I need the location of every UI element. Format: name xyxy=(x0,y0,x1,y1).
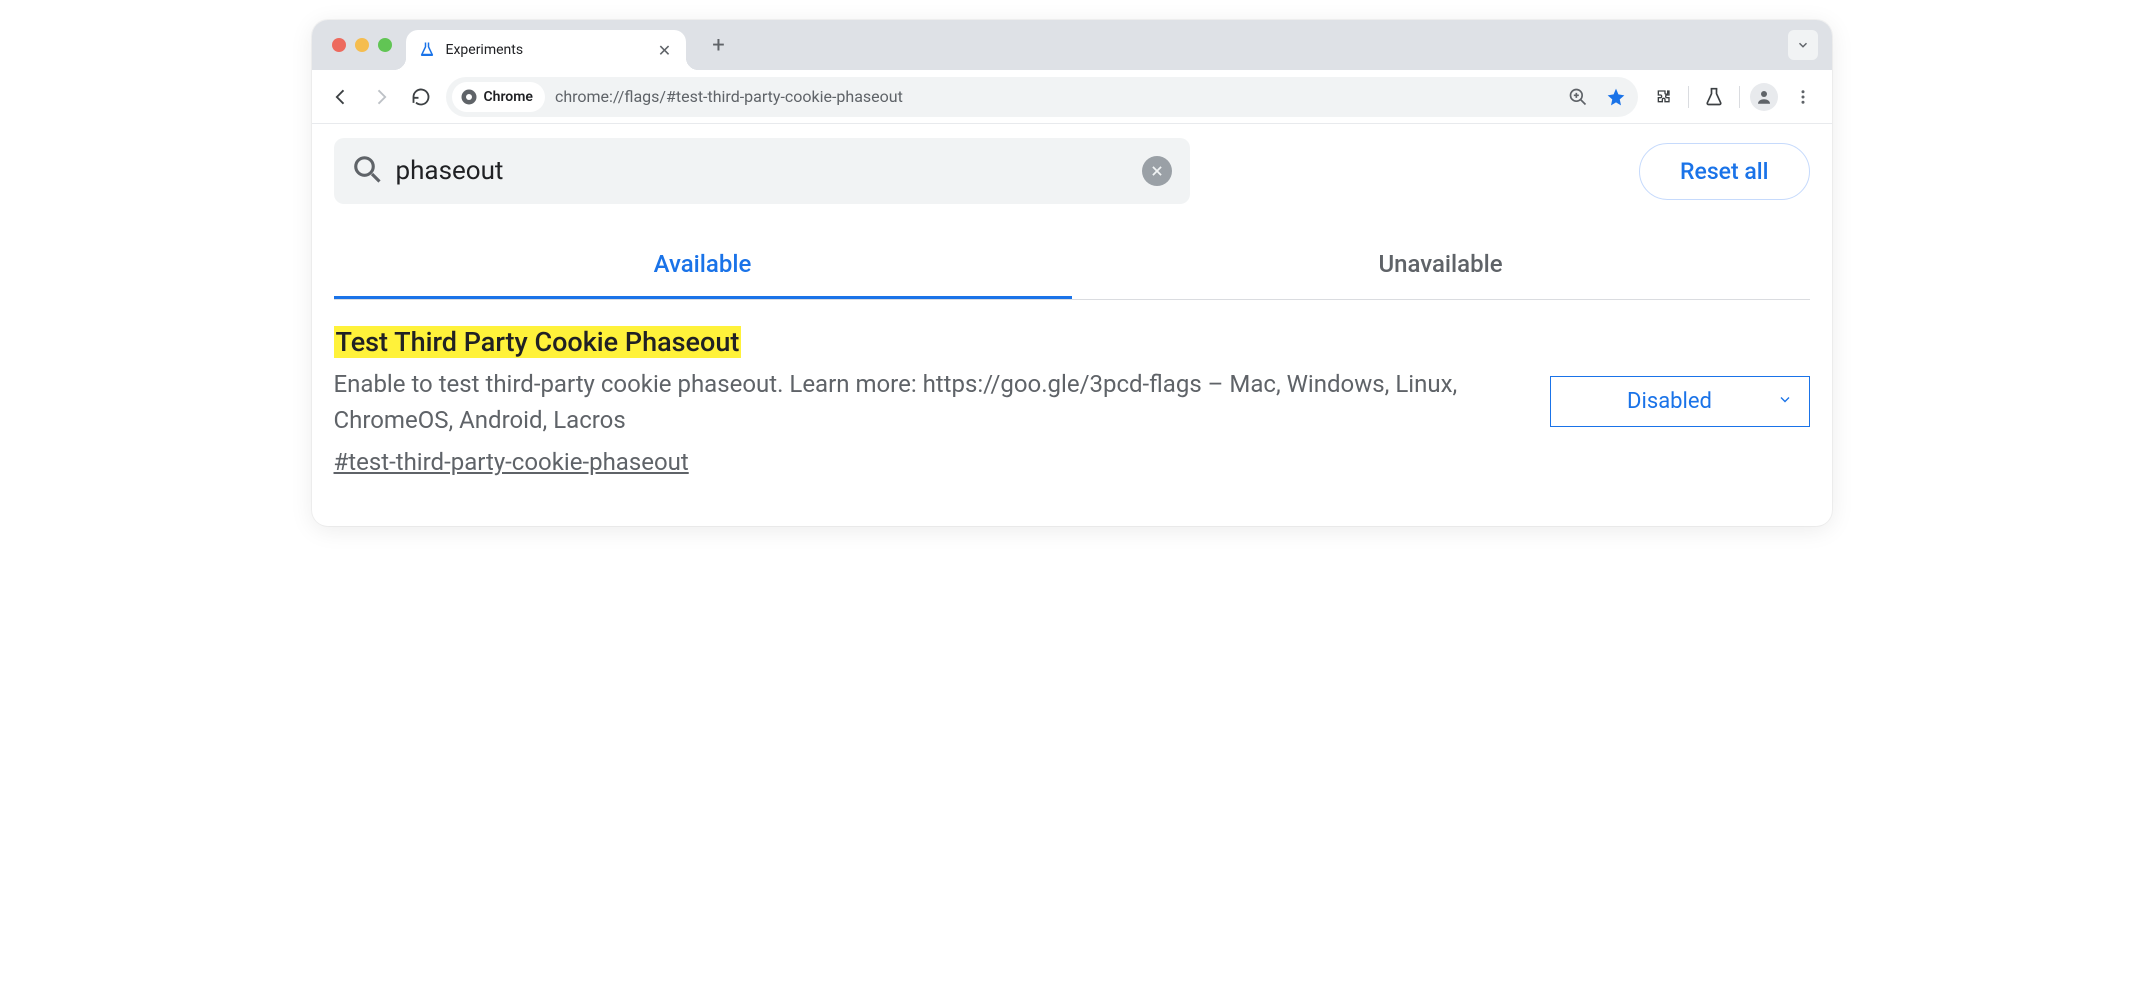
page-content: Reset all Available Unavailable Test Thi… xyxy=(312,124,1832,526)
divider xyxy=(1739,86,1740,108)
reload-button[interactable] xyxy=(406,82,436,112)
search-row: Reset all xyxy=(334,138,1810,204)
close-tab-button[interactable]: ✕ xyxy=(656,41,674,59)
search-input[interactable] xyxy=(396,156,1128,186)
search-box[interactable] xyxy=(334,138,1190,204)
flask-icon xyxy=(418,41,436,59)
flag-description: Enable to test third-party cookie phaseo… xyxy=(334,366,1520,438)
tab-unavailable[interactable]: Unavailable xyxy=(1072,232,1810,299)
toolbar: Chrome chrome://flags/#test-third-party-… xyxy=(312,70,1832,124)
chrome-chip-label: Chrome xyxy=(484,89,533,105)
tab-bar: Experiments ✕ + xyxy=(312,20,1832,70)
chevron-down-icon xyxy=(1777,389,1793,414)
tab-overflow-button[interactable] xyxy=(1788,30,1818,60)
dropdown-value: Disabled xyxy=(1627,389,1712,414)
flag-hash-link[interactable]: #test-third-party-cookie-phaseout xyxy=(334,448,689,476)
bookmark-star-icon[interactable] xyxy=(1602,83,1630,111)
browser-tab[interactable]: Experiments ✕ xyxy=(406,30,686,70)
address-bar[interactable]: Chrome chrome://flags/#test-third-party-… xyxy=(446,77,1638,117)
browser-window: Experiments ✕ + Chrome chrome://flags/#t… xyxy=(312,20,1832,526)
flag-result: Test Third Party Cookie Phaseout Enable … xyxy=(334,300,1810,486)
tab-available[interactable]: Available xyxy=(334,232,1072,299)
maximize-window-button[interactable] xyxy=(378,38,392,52)
window-controls xyxy=(320,38,406,52)
extensions-icon[interactable] xyxy=(1648,82,1678,112)
profile-avatar[interactable] xyxy=(1750,83,1778,111)
labs-flask-icon[interactable] xyxy=(1699,82,1729,112)
zoom-icon[interactable] xyxy=(1564,83,1592,111)
menu-dots-icon[interactable] xyxy=(1788,82,1818,112)
clear-search-button[interactable] xyxy=(1142,156,1172,186)
tabs-row: Available Unavailable xyxy=(334,232,1810,300)
flag-text: Test Third Party Cookie Phaseout Enable … xyxy=(334,326,1520,476)
close-window-button[interactable] xyxy=(332,38,346,52)
flag-title: Test Third Party Cookie Phaseout xyxy=(334,326,742,358)
chrome-chip[interactable]: Chrome xyxy=(452,82,545,112)
tab-title: Experiments xyxy=(446,42,646,58)
reset-all-button[interactable]: Reset all xyxy=(1639,143,1809,200)
back-button[interactable] xyxy=(326,82,356,112)
new-tab-button[interactable]: + xyxy=(704,30,734,60)
divider xyxy=(1688,86,1689,108)
forward-button[interactable] xyxy=(366,82,396,112)
search-icon xyxy=(352,154,382,188)
url-text: chrome://flags/#test-third-party-cookie-… xyxy=(555,87,1554,106)
flag-state-dropdown[interactable]: Disabled xyxy=(1550,376,1810,427)
minimize-window-button[interactable] xyxy=(355,38,369,52)
